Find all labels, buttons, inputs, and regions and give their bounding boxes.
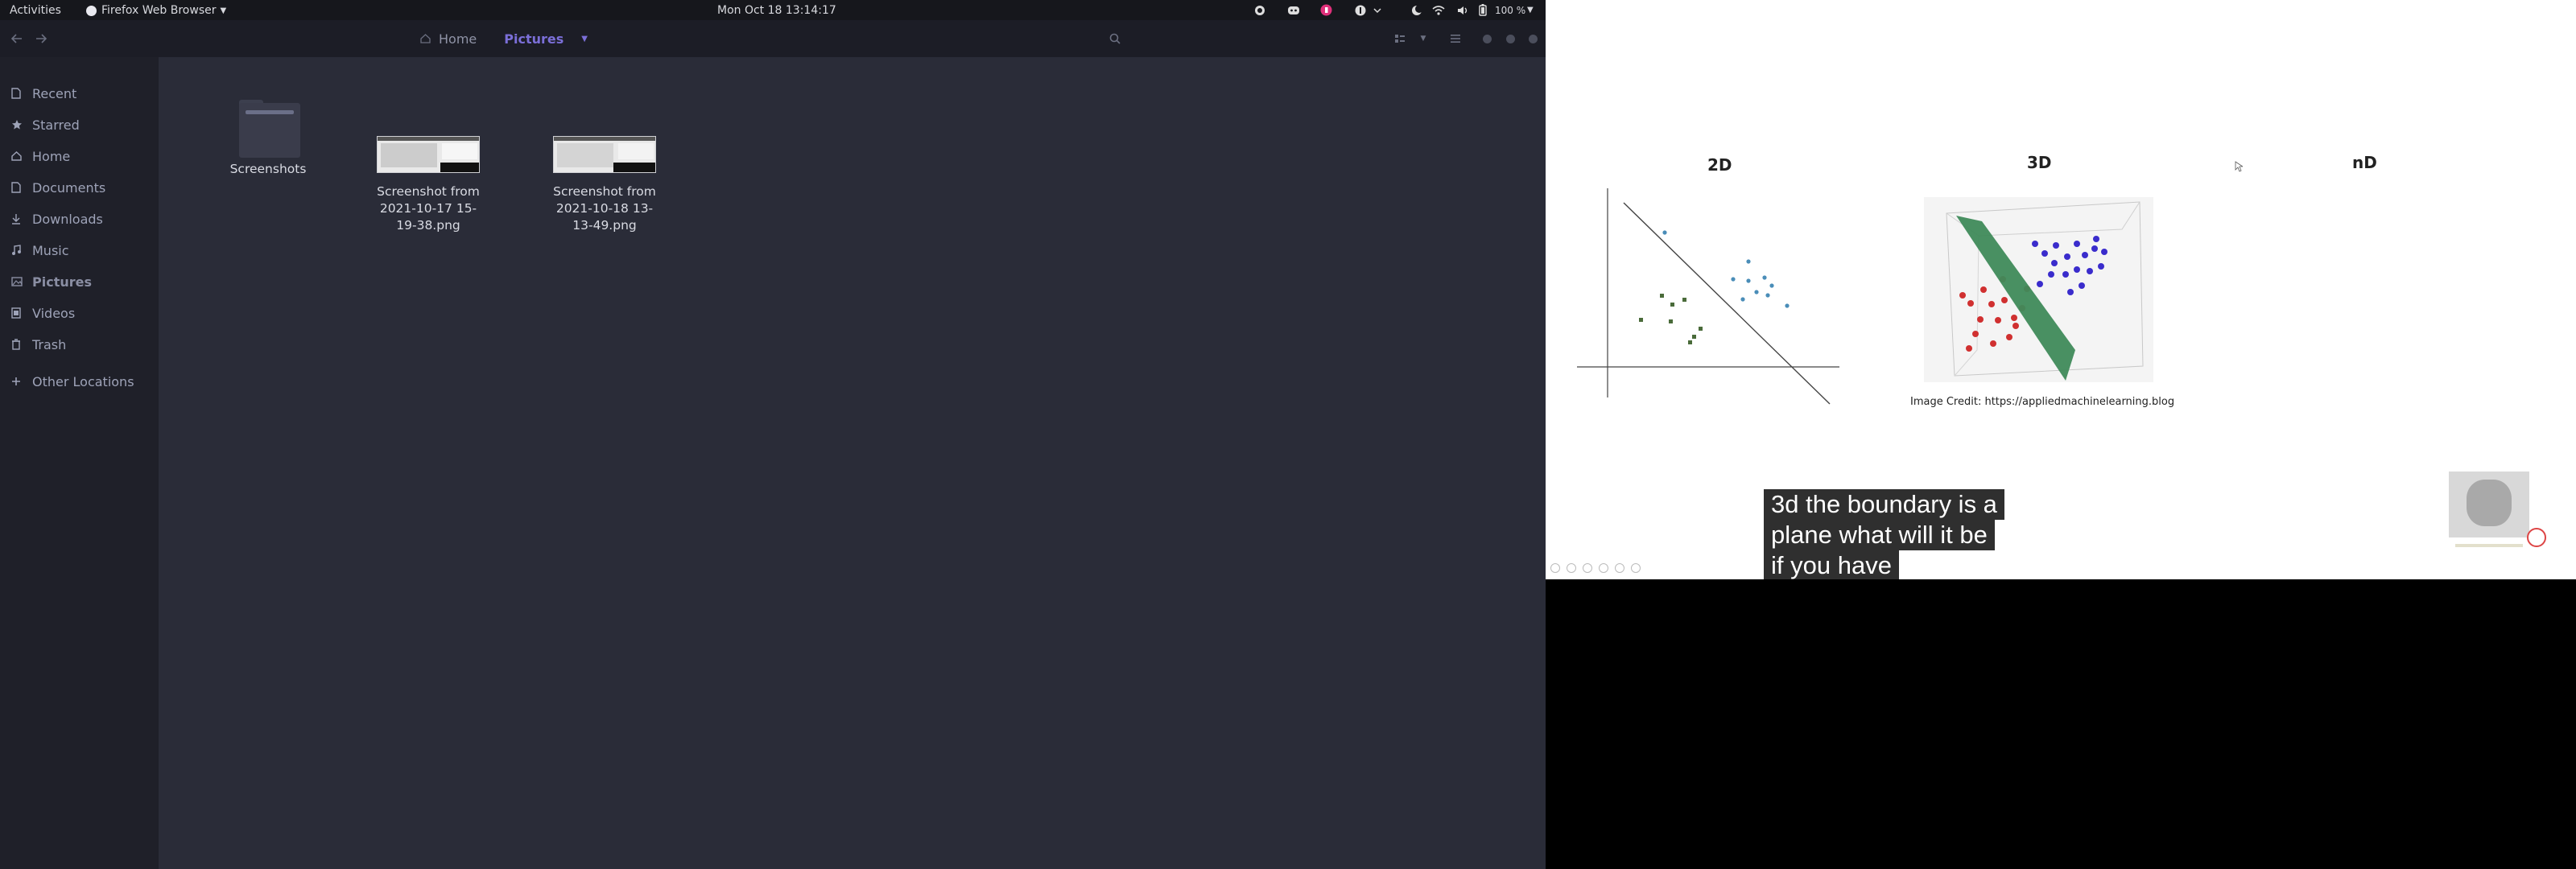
sidebar-item-label: Videos xyxy=(32,305,76,321)
folder-icon xyxy=(236,100,300,158)
sidebar-item-trash[interactable]: Trash xyxy=(11,334,66,355)
sidebar-item-downloads[interactable]: Downloads xyxy=(11,208,103,229)
sidebar-item-label: Trash xyxy=(32,336,67,352)
sidebar-item-label: Home xyxy=(32,148,71,164)
forward-button[interactable] xyxy=(32,30,50,47)
sidebar-item-label: Pictures xyxy=(32,274,92,290)
download-icon xyxy=(11,213,26,224)
sidebar-item-videos[interactable]: Videos xyxy=(11,303,75,323)
places-sidebar: Recent Starred Home Documents Downloads … xyxy=(0,57,159,869)
chevron-down-icon: ▼ xyxy=(220,6,227,15)
file-name: Screenshot from 2021-10-17 15- 19-38.png xyxy=(377,184,480,233)
wifi-icon xyxy=(1431,3,1446,17)
header-bar: Home Pictures ▼ ▼ xyxy=(0,20,1546,57)
app-menu[interactable]: Firefox Web Browser ▼ xyxy=(86,4,226,17)
sidebar-item-label: Other Locations xyxy=(32,373,134,389)
file-grid: Screenshots Screenshot from 2021-10-17 1… xyxy=(159,57,1546,869)
sidebar-item-recent[interactable]: Recent xyxy=(11,83,76,104)
file-manager-window: Home Pictures ▼ ▼ Recent Starred Home Do… xyxy=(0,20,1546,869)
discord-tray-icon[interactable] xyxy=(1286,3,1302,17)
home-icon xyxy=(11,151,26,161)
breadcrumb-home[interactable]: Home xyxy=(439,31,477,47)
sidebar-item-home[interactable]: Home xyxy=(11,146,70,167)
back-button[interactable] xyxy=(8,30,26,47)
star-icon xyxy=(11,119,26,130)
hamburger-icon xyxy=(1451,35,1460,43)
close-button[interactable] xyxy=(1527,30,1538,47)
path-menu-chevron-icon[interactable]: ▼ xyxy=(581,35,588,43)
caption-layer: 3d the boundary is a plane what will it … xyxy=(1546,0,2576,579)
video-letterbox xyxy=(1546,579,2576,869)
sidebar-item-label: Recent xyxy=(32,85,77,101)
system-menu-chevron-icon[interactable]: ▼ xyxy=(1527,6,1534,14)
activities-button[interactable]: Activities xyxy=(10,4,61,17)
home-icon xyxy=(420,34,431,43)
sidebar-item-pictures[interactable]: Pictures xyxy=(11,271,92,292)
breadcrumb-pictures[interactable]: Pictures xyxy=(504,31,564,47)
document-icon xyxy=(11,182,26,193)
sidebar-item-label: Starred xyxy=(32,117,80,133)
volume-icon xyxy=(1455,3,1470,17)
caption-line-2: plane what will it be xyxy=(1764,520,1995,550)
folder-item-screenshots[interactable]: Screenshots xyxy=(204,100,332,178)
sidebar-item-label: Downloads xyxy=(32,211,103,227)
notification-tray-icon[interactable] xyxy=(1318,3,1334,17)
view-options-chevron-icon[interactable]: ▼ xyxy=(1417,30,1430,47)
file-name: Screenshot from 2021-10-18 13- 13-49.png xyxy=(553,184,656,233)
app-menu-label: Firefox Web Browser xyxy=(101,4,217,17)
steam-tray-icon[interactable] xyxy=(1253,3,1267,17)
minimize-button[interactable] xyxy=(1481,30,1492,47)
breadcrumb: Home Pictures ▼ xyxy=(420,30,588,47)
file-item-screenshot-2[interactable]: Screenshot from 2021-10-18 13- 13-49.png xyxy=(540,100,669,233)
accessibility-menu-icon[interactable] xyxy=(1352,3,1385,17)
view-toggle-button[interactable] xyxy=(1391,30,1409,47)
firefox-icon xyxy=(86,5,97,16)
sidebar-item-label: Music xyxy=(32,242,69,258)
night-light-icon xyxy=(1410,3,1423,17)
grid-view-icon xyxy=(1395,35,1405,43)
menu-button[interactable] xyxy=(1447,30,1464,47)
arrow-left-icon xyxy=(11,34,22,43)
search-button[interactable] xyxy=(1106,30,1124,47)
search-icon xyxy=(1109,33,1121,44)
sidebar-item-documents[interactable]: Documents xyxy=(11,177,105,198)
caption-line-1: 3d the boundary is a xyxy=(1764,489,2004,520)
clock[interactable]: Mon Oct 18 13:14:17 xyxy=(717,4,836,17)
sidebar-item-label: Documents xyxy=(32,179,106,196)
image-thumbnail xyxy=(553,136,656,173)
picture-icon xyxy=(11,277,26,286)
file-name: Screenshots xyxy=(229,162,307,176)
image-thumbnail xyxy=(377,136,480,173)
music-icon xyxy=(11,245,26,256)
maximize-button[interactable] xyxy=(1505,30,1516,47)
file-item-screenshot-1[interactable]: Screenshot from 2021-10-17 15- 19-38.png xyxy=(364,100,493,233)
video-icon xyxy=(11,307,26,319)
battery-icon xyxy=(1478,3,1488,17)
sidebar-item-other-locations[interactable]: Other Locations xyxy=(11,371,134,392)
trash-icon xyxy=(11,339,26,350)
caption-line-3: if you have xyxy=(1764,550,1899,579)
battery-percentage[interactable]: 100 % xyxy=(1495,5,1525,16)
sidebar-item-starred[interactable]: Starred xyxy=(11,114,80,135)
arrow-right-icon xyxy=(36,34,47,43)
clock-icon xyxy=(11,88,26,99)
plus-icon xyxy=(11,377,26,386)
sidebar-item-music[interactable]: Music xyxy=(11,240,69,261)
